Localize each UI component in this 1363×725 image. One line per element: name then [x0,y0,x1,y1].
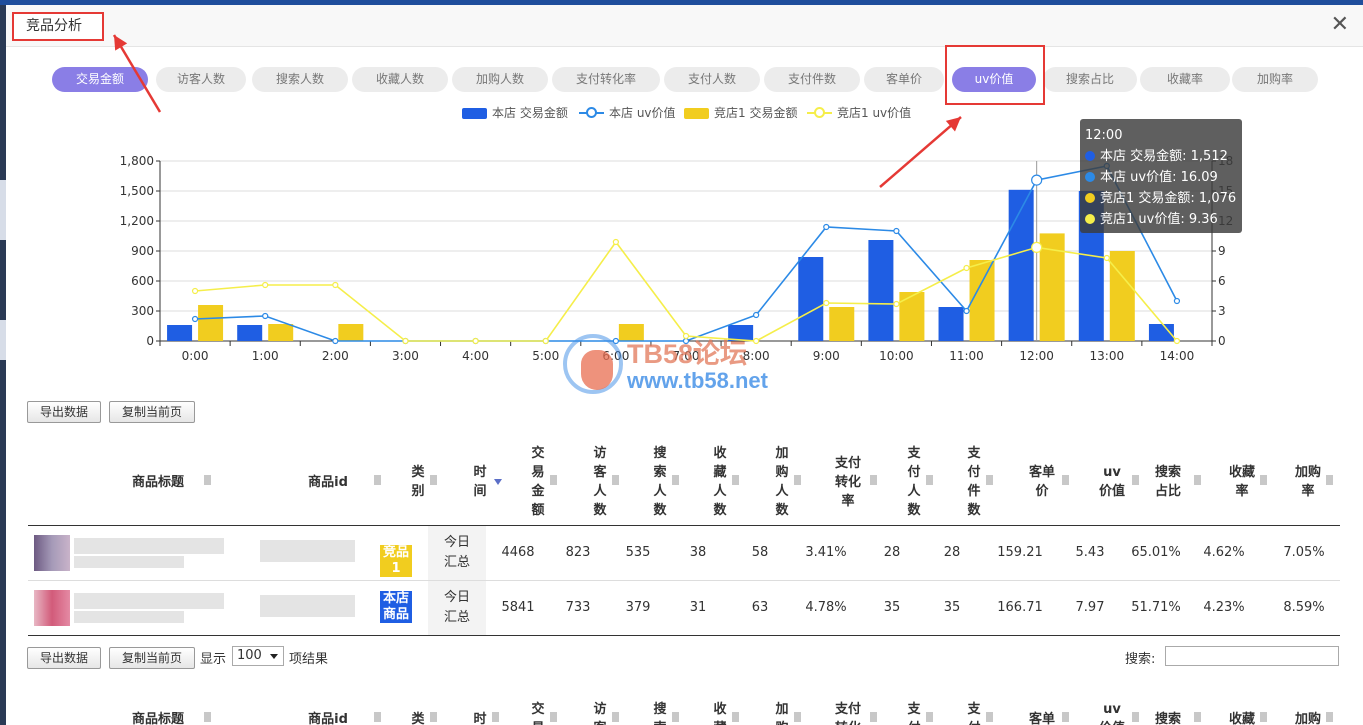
sort-icon[interactable] [672,712,679,725]
column-header[interactable]: 加购 [1293,710,1323,725]
column-header[interactable]: 商品id [298,710,358,725]
sort-icon[interactable] [430,712,437,725]
column-header[interactable]: 支 付 [904,700,924,725]
sort-icon[interactable] [550,712,557,725]
column-header[interactable]: 类 [408,710,428,725]
sort-icon[interactable] [1194,712,1201,725]
sort-icon[interactable] [1326,712,1333,725]
sort-icon[interactable] [1132,712,1139,725]
sort-icon[interactable] [870,712,877,725]
column-header[interactable]: 时间 [470,710,490,725]
sort-icon[interactable] [1260,712,1267,725]
sort-icon[interactable] [492,712,499,725]
sort-icon[interactable] [1062,712,1069,725]
column-header[interactable]: 访 客 [590,700,610,725]
column-header[interactable]: 支付 转化 [828,700,868,725]
column-header[interactable]: 支 付 [964,700,984,725]
column-header[interactable]: 收 藏 [710,700,730,725]
sort-icon[interactable] [986,712,993,725]
sort-icon[interactable] [612,712,619,725]
column-header[interactable]: 客单 [1027,710,1057,725]
sort-icon[interactable] [204,712,211,725]
column-header[interactable]: 搜索 [1148,710,1188,725]
product-table-bottom: 商品标题 商品id 类 时间 交 易 访 客 搜 索 收 藏 加 购 支付 转化 支 付 支 付 客单 u… [28,5,1340,725]
column-header[interactable]: 收藏 [1227,710,1257,725]
sort-icon[interactable] [794,712,801,725]
competitor-analysis-modal: 竞品分析 ✕ 交易金额 访客人数 搜索人数 收藏人数 加购人数 支付转化率 支付人数 支付件数… [6,5,1363,725]
column-header[interactable]: 搜 索 [650,700,670,725]
sort-icon[interactable] [926,712,933,725]
column-header[interactable]: 交 易 [528,700,548,725]
column-header[interactable]: 加 购 [772,700,792,725]
sort-icon[interactable] [732,712,739,725]
column-header[interactable]: uv 价值 [1097,700,1127,725]
sort-icon[interactable] [374,712,381,725]
column-header[interactable]: 商品标题 [123,710,193,725]
